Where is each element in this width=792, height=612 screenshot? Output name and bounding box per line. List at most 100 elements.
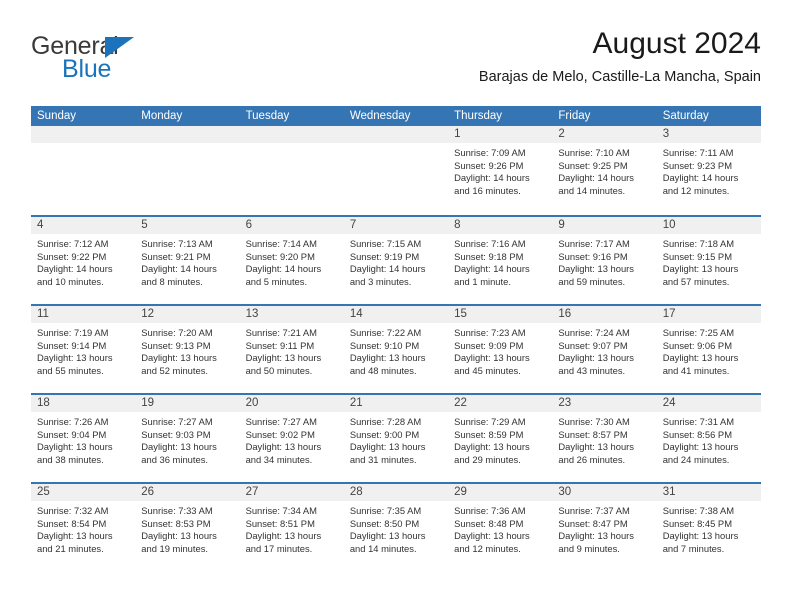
sunrise-time: Sunrise: 7:20 AM bbox=[141, 327, 213, 338]
calendar-day-cell[interactable]: 15 Sunrise: 7:23 AM Sunset: 9:09 PM Dayligh… bbox=[448, 306, 553, 393]
daylight-duration-line1: Daylight: 13 hours bbox=[37, 441, 113, 453]
calendar-day-cell[interactable]: 16 Sunrise: 7:24 AM Sunset: 9:07 PM Dayligh… bbox=[552, 306, 657, 393]
day-number: 27 bbox=[239, 484, 344, 501]
daylight-duration-line2: and 48 minutes. bbox=[349, 364, 417, 376]
sunset-time: Sunset: 9:15 PM bbox=[662, 250, 732, 262]
calendar-week-row: 1 Sunrise: 7:09 AM Sunset: 9:26 PM Daylight… bbox=[31, 126, 761, 215]
calendar-day-cell[interactable]: 6 Sunrise: 7:14 AM Sunset: 9:20 PM Daylight… bbox=[239, 217, 344, 304]
day-sun-info: Sunrise: 7:18 AM Sunset: 9:15 PM Daylight:… bbox=[657, 234, 761, 288]
daylight-duration-line2: and 34 minutes. bbox=[245, 453, 313, 465]
day-sun-info: Sunrise: 7:17 AM Sunset: 9:16 PM Daylight:… bbox=[552, 234, 656, 288]
daylight-duration-line2: and 45 minutes. bbox=[454, 364, 521, 376]
calendar-day-cell[interactable]: 26 Sunrise: 7:33 AM Sunset: 8:53 PM Dayligh… bbox=[135, 484, 240, 571]
calendar-day-cell[interactable]: 31 Sunrise: 7:38 AM Sunset: 8:45 PM Dayligh… bbox=[656, 484, 761, 571]
sunrise-time: Sunrise: 7:32 AM bbox=[37, 505, 109, 516]
calendar-grid: Sunday Monday Tuesday Wednesday Thursday… bbox=[31, 106, 761, 571]
daylight-duration-line2: and 41 minutes. bbox=[662, 364, 730, 376]
calendar-day-cell[interactable]: 14 Sunrise: 7:22 AM Sunset: 9:10 PM Dayligh… bbox=[343, 306, 449, 393]
sunrise-time: Sunrise: 7:34 AM bbox=[245, 505, 317, 516]
calendar-day-cell[interactable]: 23 Sunrise: 7:30 AM Sunset: 8:57 PM Dayligh… bbox=[552, 395, 657, 482]
sunrise-time: Sunrise: 7:18 AM bbox=[662, 238, 735, 249]
daylight-duration-line2: and 29 minutes. bbox=[454, 453, 521, 465]
sunset-time: Sunset: 9:07 PM bbox=[558, 339, 628, 351]
calendar-day-cell[interactable]: 17 Sunrise: 7:25 AM Sunset: 9:06 PM Dayligh… bbox=[656, 306, 761, 393]
calendar-day-cell[interactable]: 22 Sunrise: 7:29 AM Sunset: 8:59 PM Dayligh… bbox=[448, 395, 553, 482]
sunset-time: Sunset: 9:26 PM bbox=[454, 159, 524, 171]
day-number: 7 bbox=[343, 217, 449, 234]
daylight-duration-line2: and 21 minutes. bbox=[37, 542, 104, 554]
weekday-header-wednesday: Wednesday bbox=[349, 110, 411, 122]
calendar-page: General Blue August 2024 Barajas de Melo… bbox=[0, 0, 792, 612]
calendar-day-cell[interactable]: 4 Sunrise: 7:12 AM Sunset: 9:22 PM Daylight… bbox=[31, 217, 136, 304]
calendar-day-cell[interactable]: 27 Sunrise: 7:34 AM Sunset: 8:51 PM Dayligh… bbox=[239, 484, 344, 571]
weekday-header-saturday: Saturday bbox=[662, 110, 709, 122]
day-number: 24 bbox=[656, 395, 761, 412]
day-number: 16 bbox=[552, 306, 657, 323]
daylight-duration-line1: Daylight: 13 hours bbox=[558, 441, 634, 453]
calendar-day-cell[interactable]: 3 Sunrise: 7:11 AM Sunset: 9:23 PM Daylight… bbox=[656, 126, 761, 215]
daylight-duration-line1: Daylight: 14 hours bbox=[454, 172, 530, 184]
sunrise-time: Sunrise: 7:23 AM bbox=[454, 327, 526, 338]
daylight-duration-line2: and 14 minutes. bbox=[349, 542, 417, 554]
day-number bbox=[31, 126, 136, 143]
calendar-day-cell[interactable]: 20 Sunrise: 7:27 AM Sunset: 9:02 PM Dayligh… bbox=[239, 395, 344, 482]
daylight-duration-line2: and 24 minutes. bbox=[662, 453, 730, 465]
sunset-time: Sunset: 8:56 PM bbox=[662, 428, 732, 440]
daylight-duration-line1: Daylight: 13 hours bbox=[245, 352, 322, 364]
sunrise-time: Sunrise: 7:29 AM bbox=[454, 416, 526, 427]
calendar-day-cell-empty bbox=[31, 126, 136, 215]
daylight-duration-line1: Daylight: 14 hours bbox=[141, 263, 217, 275]
day-number: 21 bbox=[343, 395, 449, 412]
sunset-time: Sunset: 9:22 PM bbox=[37, 250, 107, 262]
sunset-time: Sunset: 9:23 PM bbox=[662, 159, 732, 171]
calendar-day-cell[interactable]: 21 Sunrise: 7:28 AM Sunset: 9:00 PM Dayligh… bbox=[343, 395, 449, 482]
day-sun-info: Sunrise: 7:09 AM Sunset: 9:26 PM Daylight:… bbox=[448, 143, 552, 197]
calendar-day-cell[interactable]: 25 Sunrise: 7:32 AM Sunset: 8:54 PM Dayligh… bbox=[31, 484, 136, 571]
calendar-day-cell[interactable]: 7 Sunrise: 7:15 AM Sunset: 9:19 PM Daylight… bbox=[343, 217, 449, 304]
daylight-duration-line2: and 43 minutes. bbox=[558, 364, 626, 376]
daylight-duration-line1: Daylight: 14 hours bbox=[245, 263, 322, 275]
day-sun-info: Sunrise: 7:24 AM Sunset: 9:07 PM Daylight:… bbox=[552, 323, 656, 377]
calendar-day-cell[interactable]: 8 Sunrise: 7:16 AM Sunset: 9:18 PM Daylight… bbox=[448, 217, 553, 304]
calendar-day-cell[interactable]: 13 Sunrise: 7:21 AM Sunset: 9:11 PM Dayligh… bbox=[239, 306, 344, 393]
calendar-day-cell[interactable]: 9 Sunrise: 7:17 AM Sunset: 9:16 PM Daylight… bbox=[552, 217, 657, 304]
daylight-duration-line2: and 59 minutes. bbox=[558, 275, 626, 287]
calendar-day-cell[interactable]: 28 Sunrise: 7:35 AM Sunset: 8:50 PM Dayligh… bbox=[343, 484, 449, 571]
daylight-duration-line1: Daylight: 13 hours bbox=[558, 263, 634, 275]
day-number: 17 bbox=[656, 306, 761, 323]
calendar-day-cell[interactable]: 12 Sunrise: 7:20 AM Sunset: 9:13 PM Dayligh… bbox=[135, 306, 240, 393]
calendar-day-cell[interactable]: 11 Sunrise: 7:19 AM Sunset: 9:14 PM Dayligh… bbox=[31, 306, 136, 393]
sunrise-time: Sunrise: 7:12 AM bbox=[37, 238, 109, 249]
logo-text-blue: Blue bbox=[62, 55, 112, 83]
daylight-duration-line2: and 38 minutes. bbox=[37, 453, 104, 465]
sunrise-time: Sunrise: 7:36 AM bbox=[454, 505, 526, 516]
day-sun-info: Sunrise: 7:33 AM Sunset: 8:53 PM Daylight:… bbox=[135, 501, 239, 555]
day-number: 28 bbox=[343, 484, 449, 501]
sunrise-time: Sunrise: 7:30 AM bbox=[558, 416, 630, 427]
sunset-time: Sunset: 9:02 PM bbox=[245, 428, 315, 440]
daylight-duration-line2: and 57 minutes. bbox=[662, 275, 730, 287]
calendar-day-cell[interactable]: 2 Sunrise: 7:10 AM Sunset: 9:25 PM Daylight… bbox=[552, 126, 657, 215]
calendar-day-cell[interactable]: 18 Sunrise: 7:26 AM Sunset: 9:04 PM Dayligh… bbox=[31, 395, 136, 482]
calendar-day-cell[interactable]: 10 Sunrise: 7:18 AM Sunset: 9:15 PM Dayligh… bbox=[656, 217, 761, 304]
day-number: 4 bbox=[31, 217, 136, 234]
day-number: 14 bbox=[343, 306, 449, 323]
day-sun-info: Sunrise: 7:29 AM Sunset: 8:59 PM Daylight:… bbox=[448, 412, 552, 466]
day-sun-info: Sunrise: 7:35 AM Sunset: 8:50 PM Daylight:… bbox=[344, 501, 448, 555]
calendar-day-cell[interactable]: 29 Sunrise: 7:36 AM Sunset: 8:48 PM Dayligh… bbox=[448, 484, 553, 571]
calendar-day-cell[interactable]: 30 Sunrise: 7:37 AM Sunset: 8:47 PM Dayligh… bbox=[552, 484, 657, 571]
sunrise-time: Sunrise: 7:21 AM bbox=[245, 327, 317, 338]
day-number bbox=[343, 126, 449, 143]
sunset-time: Sunset: 9:13 PM bbox=[141, 339, 211, 351]
daylight-duration-line1: Daylight: 13 hours bbox=[349, 441, 426, 453]
calendar-day-cell[interactable]: 24 Sunrise: 7:31 AM Sunset: 8:56 PM Dayligh… bbox=[656, 395, 761, 482]
calendar-day-cell[interactable]: 5 Sunrise: 7:13 AM Sunset: 9:21 PM Daylight… bbox=[135, 217, 240, 304]
daylight-duration-line1: Daylight: 14 hours bbox=[662, 172, 739, 184]
day-number: 23 bbox=[552, 395, 657, 412]
sunrise-time: Sunrise: 7:26 AM bbox=[37, 416, 109, 427]
sunrise-time: Sunrise: 7:27 AM bbox=[141, 416, 213, 427]
calendar-day-cell[interactable]: 1 Sunrise: 7:09 AM Sunset: 9:26 PM Daylight… bbox=[448, 126, 553, 215]
calendar-day-cell[interactable]: 19 Sunrise: 7:27 AM Sunset: 9:03 PM Dayligh… bbox=[135, 395, 240, 482]
daylight-duration-line1: Daylight: 13 hours bbox=[662, 263, 739, 275]
day-sun-info: Sunrise: 7:21 AM Sunset: 9:11 PM Daylight:… bbox=[240, 323, 344, 377]
